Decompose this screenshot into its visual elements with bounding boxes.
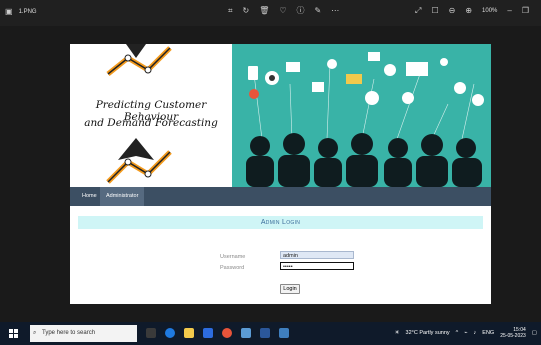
viewer-actions: ⌗ ↻ 🗑 ♡ ⓘ ✎ ⋯ (228, 7, 339, 15)
word-icon[interactable] (260, 328, 270, 338)
image-file-icon: ▣ (5, 7, 13, 16)
edit-icon[interactable]: ✎ (315, 7, 322, 15)
image-viewer-toolbar: ▣ 1.PNG ⌗ ↻ 🗑 ♡ ⓘ ✎ ⋯ ⤢ ☐ ⊖ ⊕ 100% – ❐ (0, 0, 541, 26)
nav-home[interactable]: Home (76, 187, 103, 206)
login-title: Admin Login (260, 219, 301, 226)
favorite-icon[interactable]: ♡ (279, 7, 286, 15)
more-icon[interactable]: ⋯ (331, 7, 339, 15)
start-icon[interactable] (9, 329, 18, 338)
store-icon[interactable] (203, 328, 213, 338)
audience-technology-illustration (246, 52, 484, 187)
banner-title-panel: Predicting Customer Behaviour and Demand… (70, 44, 232, 187)
expand-icon[interactable]: ⤢ (415, 7, 421, 15)
image-canvas: Predicting Customer Behaviour and Demand… (0, 26, 541, 322)
notification-icon[interactable]: ▢ (532, 330, 537, 336)
nav-administrator[interactable]: Administrator (100, 187, 145, 206)
photos-icon[interactable] (279, 328, 289, 338)
person-icon (440, 58, 448, 66)
banner-illustration (232, 44, 491, 187)
zoom-in-icon[interactable]: ⊕ (465, 7, 472, 15)
language-indicator[interactable]: ENG (482, 330, 494, 336)
bulb-icon (384, 64, 396, 76)
mail-circle-icon (454, 82, 466, 94)
file-explorer-icon[interactable] (184, 328, 194, 338)
laptop-icon (286, 62, 300, 72)
wifi-icon (327, 59, 337, 69)
info-icon[interactable]: ⓘ (297, 7, 305, 15)
weather-icon[interactable]: ☀ (395, 330, 400, 336)
zoom-out-icon[interactable]: ⊖ (449, 7, 456, 15)
search-icon: ⌕ (33, 330, 37, 336)
clock[interactable]: 15:04 25-05-2023 (500, 327, 526, 339)
login-title-bar: Admin Login (78, 216, 483, 229)
clock-date: 25-05-2023 (500, 333, 526, 339)
login-button[interactable]: Login (280, 284, 300, 294)
search-placeholder: Type here to search (42, 330, 96, 336)
network-icon[interactable]: ⌁ (464, 330, 467, 336)
fit-icon[interactable]: ☐ (431, 7, 438, 15)
weather-text[interactable]: 32°C Partly sunny (406, 330, 450, 336)
chart-icon (312, 82, 324, 92)
globe-icon (402, 92, 414, 104)
app-icon[interactable] (241, 328, 251, 338)
banner: Predicting Customer Behaviour and Demand… (70, 44, 491, 187)
cloud-icon (472, 94, 484, 106)
task-view-icon[interactable] (146, 328, 156, 338)
volume-icon[interactable]: ♪ (474, 330, 477, 336)
windows-taskbar: ⌕ Type here to search ☀ 32°C Partly sunn… (0, 322, 541, 345)
delete-icon[interactable]: 🗑 (259, 7, 269, 15)
username-input[interactable]: admin (280, 251, 354, 259)
mail-icon (368, 52, 380, 61)
crop-icon[interactable]: ⌗ (228, 7, 233, 15)
chrome-icon[interactable] (222, 328, 232, 338)
edge-icon[interactable] (165, 328, 175, 338)
record-icon (249, 89, 259, 99)
web-page-screenshot: Predicting Customer Behaviour and Demand… (70, 44, 491, 304)
taskbar-apps (146, 328, 289, 338)
main-nav: Home Administrator (70, 187, 491, 206)
system-tray: ☀ 32°C Partly sunny ^ ⌁ ♪ ENG 15:04 25-0… (395, 327, 537, 339)
file-info: ▣ 1.PNG (5, 8, 37, 16)
taskbar-search[interactable]: ⌕ Type here to search (30, 325, 137, 342)
phone-icon (248, 66, 258, 80)
banner-title-line2: and Demand Forecasting (84, 117, 218, 129)
viewer-right-actions: ⤢ ☐ ⊖ ⊕ 100% – ❐ (415, 7, 529, 15)
document-icon (346, 74, 362, 84)
minimize-icon[interactable]: – (507, 7, 511, 15)
username-label: Username (220, 254, 246, 260)
monitor-icon (406, 62, 428, 76)
chat-icon (365, 91, 379, 105)
password-input[interactable]: ••••• (280, 262, 354, 270)
tray-chevron-icon[interactable]: ^ (456, 330, 459, 336)
restore-icon[interactable]: ❐ (522, 7, 529, 15)
zoom-level: 100% (482, 8, 498, 14)
password-label: Password (220, 265, 245, 271)
file-name: 1.PNG (18, 9, 37, 15)
rotate-icon[interactable]: ↻ (243, 7, 250, 15)
